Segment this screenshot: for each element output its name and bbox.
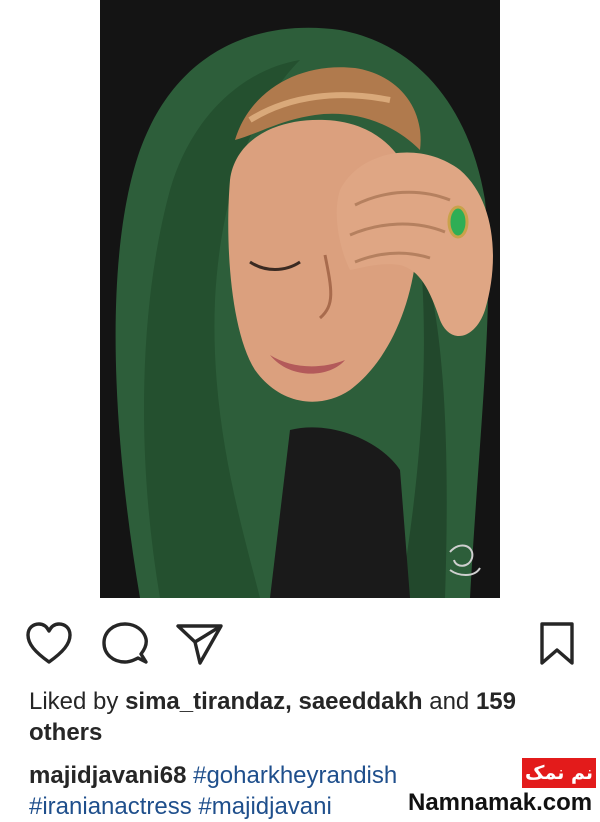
bookmark-icon[interactable] xyxy=(532,622,582,666)
hashtag-link[interactable]: #goharkheyrandish xyxy=(193,762,397,789)
post-caption: majidjavani68 #goharkheyrandish #iranian… xyxy=(29,760,409,822)
portrait-illustration xyxy=(100,0,500,598)
comment-icon[interactable] xyxy=(100,622,150,666)
hashtag-link[interactable]: #majidjavani xyxy=(198,793,331,820)
likes-count[interactable]: 159 xyxy=(476,688,516,715)
likes-connector: and xyxy=(429,688,470,715)
send-icon[interactable] xyxy=(174,622,224,666)
heart-icon[interactable] xyxy=(24,622,74,666)
caption-username[interactable]: majidjavani68 xyxy=(29,762,186,789)
hashtag-link[interactable]: #iranianactress xyxy=(29,793,192,820)
post-action-bar xyxy=(0,612,600,672)
liker-username[interactable]: sima_tirandaz, xyxy=(125,688,292,715)
watermark-logo: نم نمک xyxy=(522,758,596,788)
likes-prefix: Liked by xyxy=(29,688,119,715)
post-photo[interactable] xyxy=(100,0,500,598)
likes-summary: Liked by sima_tirandaz, saeeddakh and 15… xyxy=(29,686,574,748)
likes-others[interactable]: others xyxy=(29,719,102,746)
liker-username[interactable]: saeeddakh xyxy=(298,688,422,715)
watermark-site: Namnamak.com xyxy=(408,789,593,816)
